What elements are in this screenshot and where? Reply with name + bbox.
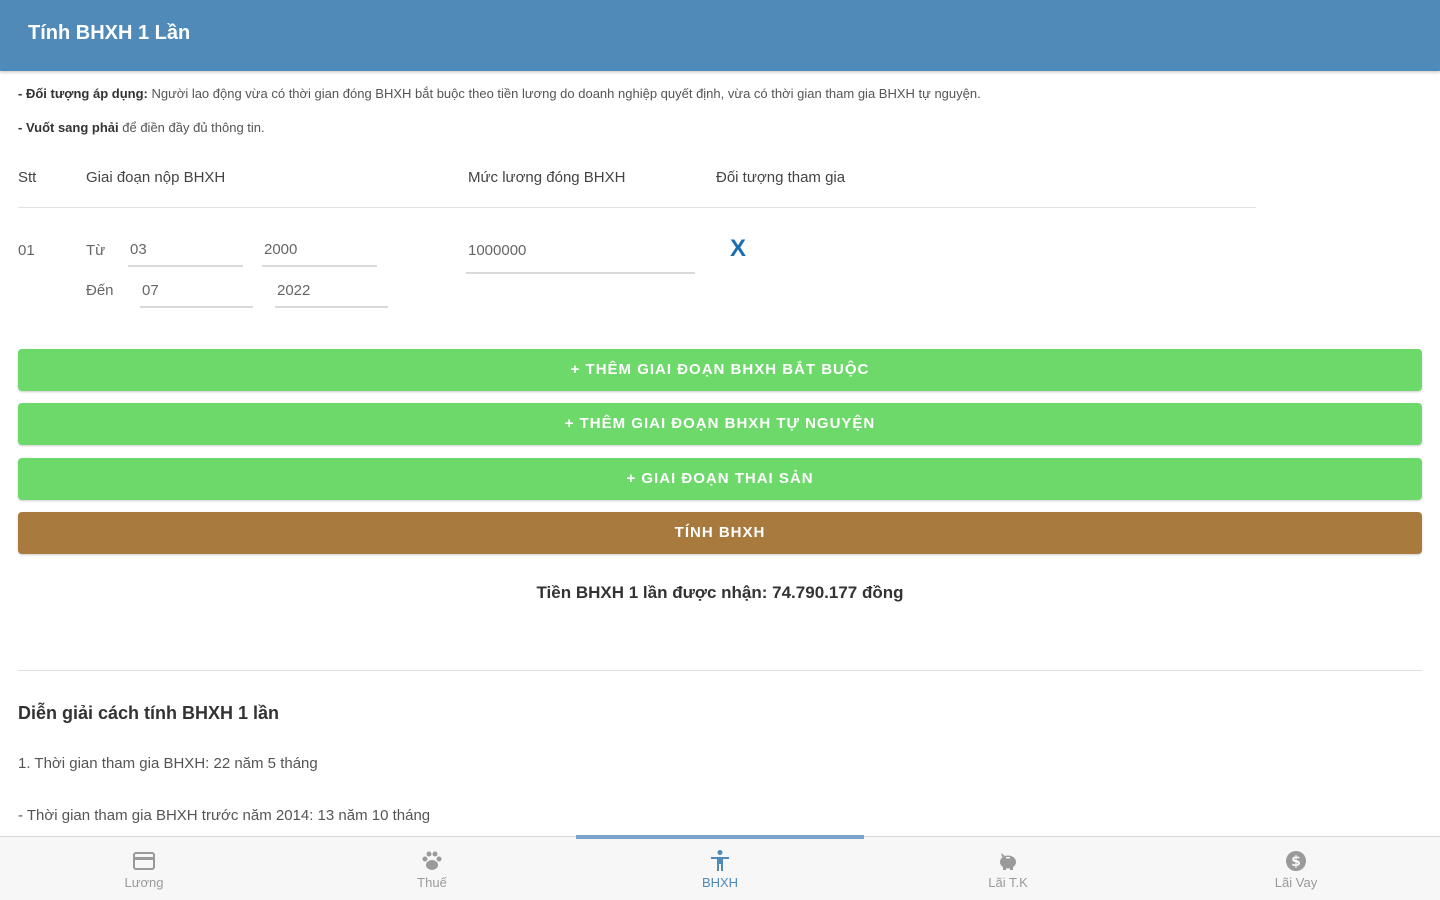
svg-text:$: $: [1291, 854, 1301, 870]
card-icon: [133, 852, 155, 870]
page-title: Tính BHXH 1 Lần: [28, 22, 191, 44]
section-divider: [18, 670, 1422, 671]
swipe-hint-label: - Vuốt sang phải: [18, 120, 119, 135]
main-content[interactable]: - Đối tượng áp dụng: Người lao động vừa …: [0, 71, 1440, 836]
add-maternity-period-button[interactable]: + GIAI ĐOẠN THAI SẢN: [18, 458, 1422, 500]
tab-label: Lương: [124, 875, 164, 890]
swipe-hint: - Vuốt sang phải để điền đầy đủ thông ti…: [18, 120, 265, 135]
applicable-note-label: - Đối tượng áp dụng:: [18, 86, 148, 101]
app-bar: Tính BHXH 1 Lần: [0, 0, 1440, 71]
tab-label: BHXH: [701, 875, 739, 890]
applicable-note: - Đối tượng áp dụng: Người lao động vừa …: [18, 86, 981, 101]
bottom-tab-bar: Lương Thuế BHXH Lãi T.K $ Lãi Vay: [0, 835, 1440, 900]
header-stt: Stt: [18, 169, 37, 186]
to-month-field[interactable]: 07: [140, 280, 253, 308]
dollar-coin-icon: $: [1286, 851, 1306, 871]
from-month-field[interactable]: 03: [128, 239, 243, 267]
header-participant: Đối tượng tham gia: [716, 169, 846, 186]
salary-field[interactable]: 1000000: [466, 240, 695, 274]
result-text: Tiền BHXH 1 lần được nhận: 74.790.177 đồ…: [536, 583, 904, 602]
tab-label: Lãi T.K: [988, 875, 1028, 890]
paw-icon: [422, 851, 442, 870]
row-stt: 01: [18, 242, 35, 259]
header-divider: [18, 207, 1256, 208]
from-year-field[interactable]: 2000: [262, 239, 377, 267]
piggy-bank-icon: [1000, 853, 1016, 870]
calculate-button[interactable]: TÍNH BHXH: [18, 512, 1422, 554]
explanation-line: 1. Thời gian tham gia BHXH: 22 năm 5 thá…: [18, 755, 318, 772]
add-voluntary-period-button[interactable]: + THÊM GIAI ĐOẠN BHXH TỰ NGUYỆN: [18, 403, 1422, 445]
explanation-title: Diễn giải cách tính BHXH 1 lần: [18, 703, 280, 723]
tab-lai-tk[interactable]: Lãi T.K: [864, 837, 1152, 900]
from-label: Từ: [86, 242, 106, 259]
tab-thue[interactable]: Thuế: [288, 837, 576, 900]
explanation-line: - Thời gian tham gia BHXH trước năm 2014…: [18, 807, 431, 824]
header-period: Giai đoạn nộp BHXH: [86, 169, 226, 186]
tab-bhxh[interactable]: BHXH: [576, 835, 864, 900]
swipe-hint-text: để điền đầy đủ thông tin.: [118, 120, 265, 135]
tab-lai-vay[interactable]: $ Lãi Vay: [1152, 837, 1440, 900]
applicable-note-text: Người lao động vừa có thời gian đóng BHX…: [147, 86, 981, 101]
tab-luong[interactable]: Lương: [0, 837, 288, 900]
tab-label: Thuế: [417, 875, 447, 890]
tab-label: Lãi Vay: [1274, 875, 1318, 890]
person-icon: [711, 850, 729, 871]
delete-row-button[interactable]: X: [730, 235, 746, 263]
header-salary: Mức lương đóng BHXH: [468, 169, 626, 186]
to-label: Đến: [86, 282, 114, 299]
to-year-field[interactable]: 2022: [275, 280, 388, 308]
add-mandatory-period-button[interactable]: + THÊM GIAI ĐOẠN BHXH BẮT BUỘC: [18, 349, 1422, 391]
